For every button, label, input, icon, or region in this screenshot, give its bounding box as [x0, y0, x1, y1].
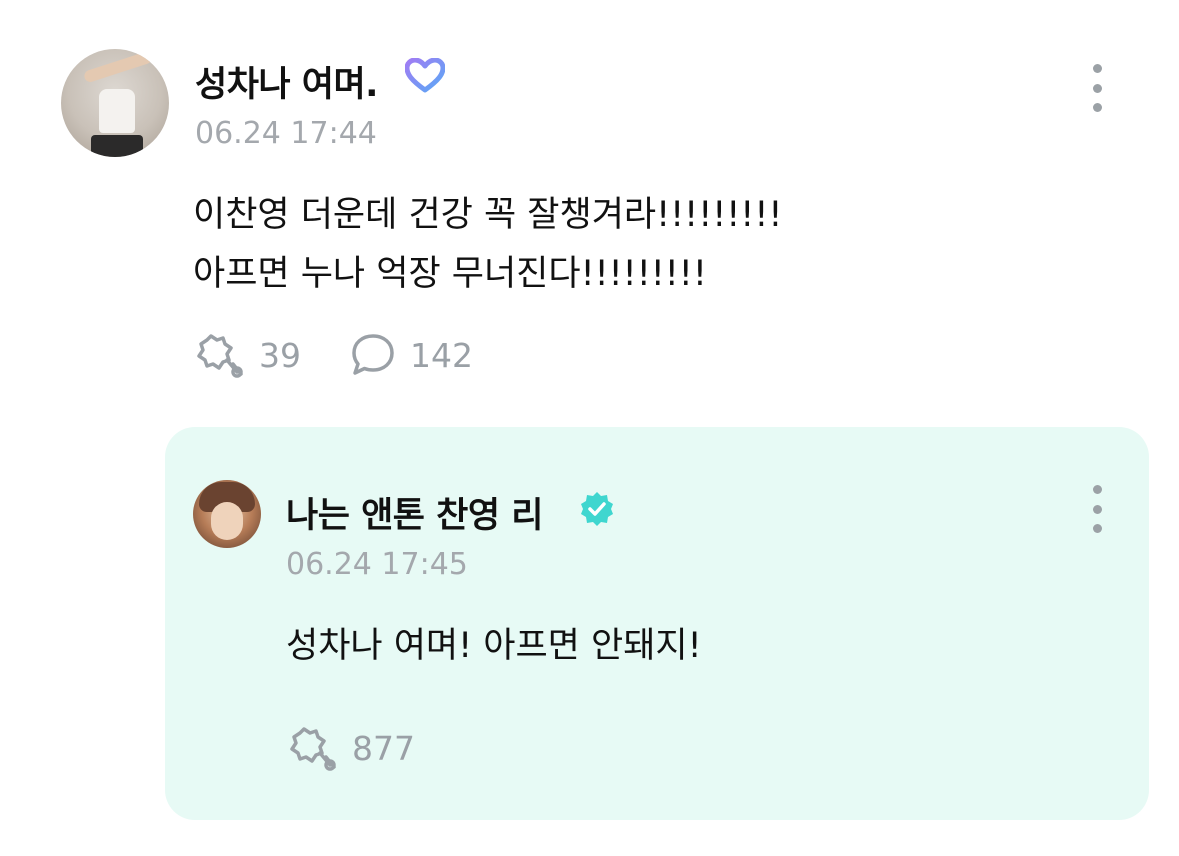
author-name[interactable]: 성차나 여며.	[195, 56, 378, 107]
cheer-count: 39	[259, 335, 301, 375]
comment-button[interactable]: 142	[350, 332, 473, 378]
fan-post: 성차나 여며. 06.24 17:44 이찬영 더운데 건강 꼭 잘챙겨라!!!…	[0, 0, 1179, 420]
cheer-button[interactable]: 39	[193, 332, 301, 378]
reply-cheer-button[interactable]: 877	[286, 725, 415, 771]
reply-more-options-button[interactable]	[1087, 485, 1107, 533]
cheer-icon	[197, 334, 243, 378]
verified-check-icon	[581, 492, 613, 526]
reply-author-avatar[interactable]	[193, 480, 261, 548]
post-body-line-2: 아프면 누나 억장 무너진다!!!!!!!!!	[193, 254, 707, 294]
reply-timestamp: 06.24 17:45	[286, 547, 468, 582]
reply-author-name[interactable]: 나는 앤톤 찬영 리	[286, 487, 543, 538]
more-options-button[interactable]	[1087, 64, 1107, 112]
heart-membership-icon	[405, 58, 445, 93]
post-body-line-1: 이찬영 더운데 건강 꼭 잘챙겨라!!!!!!!!!	[193, 195, 783, 235]
reply-cheer-count: 877	[352, 728, 415, 768]
comment-count: 142	[410, 335, 473, 375]
comment-bubble-icon	[352, 334, 394, 375]
cheer-icon	[290, 727, 336, 771]
author-avatar[interactable]	[61, 49, 169, 157]
post-timestamp: 06.24 17:44	[195, 116, 377, 151]
reply-body: 성차나 여며! 아프면 안돼지!	[286, 626, 702, 666]
